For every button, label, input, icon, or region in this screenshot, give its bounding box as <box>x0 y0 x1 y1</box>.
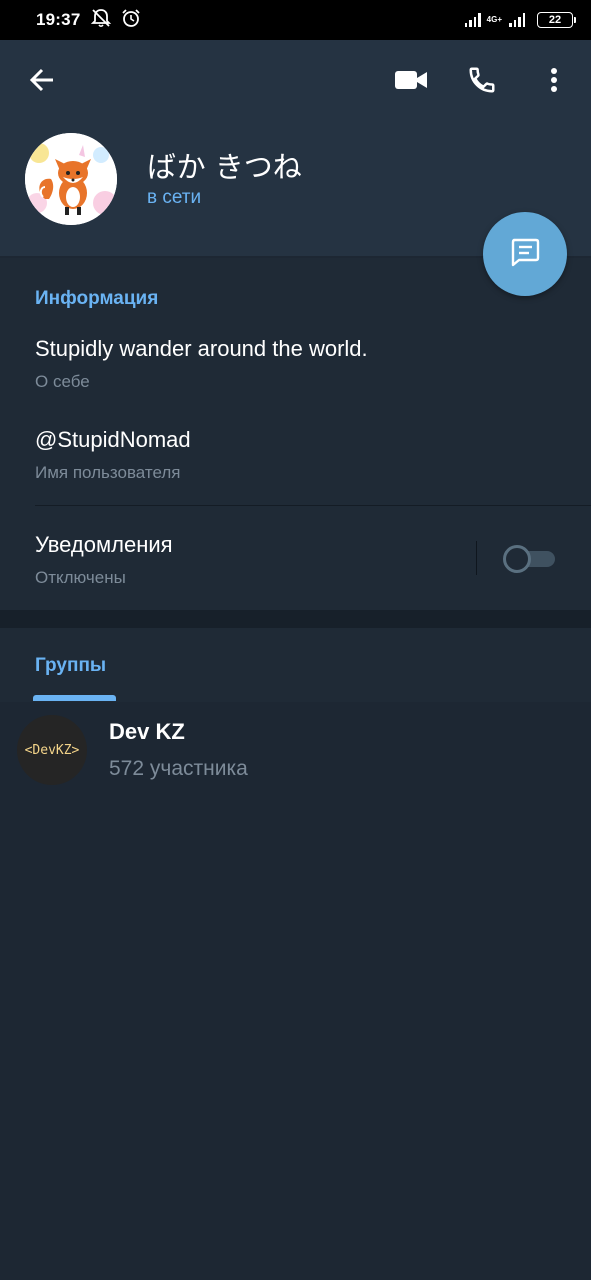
groups-tab-bar: Группы <box>0 628 591 702</box>
bio-label: О себе <box>35 372 90 391</box>
more-vertical-icon <box>550 67 558 98</box>
groups-list <box>0 702 591 1280</box>
status-bar: 19:37 4G+ 22 <box>0 0 591 40</box>
alarm-clock-icon <box>120 8 142 33</box>
phone-icon <box>467 65 497 100</box>
section-separator <box>0 610 591 628</box>
toggle-knob <box>503 545 531 573</box>
toggle-separator <box>476 541 477 575</box>
call-button[interactable] <box>460 60 504 104</box>
network-type: 4G+ <box>486 15 502 24</box>
notifications-toggle[interactable] <box>503 545 555 573</box>
group-avatar: <DevKZ> <box>17 715 87 785</box>
status-time: 19:37 <box>36 10 81 29</box>
send-message-button[interactable] <box>483 212 567 296</box>
bell-muted-icon <box>90 8 112 33</box>
fox-avatar-image <box>25 133 117 225</box>
notifications-state: Отключены <box>35 568 126 587</box>
group-members: 572 участника <box>109 757 248 780</box>
online-status: в сети <box>147 187 202 208</box>
notifications-title[interactable]: Уведомления <box>35 532 173 558</box>
info-section-title: Информация <box>35 288 159 309</box>
arrow-left-icon <box>28 66 56 99</box>
avatar[interactable] <box>25 133 117 225</box>
username-text[interactable]: @StupidNomad <box>35 427 191 453</box>
battery-level: 22 <box>548 14 562 26</box>
profile-name: ばか きつね <box>147 150 302 184</box>
group-name: Dev KZ <box>109 719 185 744</box>
video-call-button[interactable] <box>389 60 433 104</box>
bio-text[interactable]: Stupidly wander around the world. <box>35 336 368 362</box>
video-camera-icon <box>394 69 428 96</box>
message-icon <box>507 234 543 275</box>
tab-indicator <box>33 695 116 701</box>
more-menu-button[interactable] <box>532 60 576 104</box>
signal-icon-2 <box>509 13 525 27</box>
tab-groups[interactable]: Группы <box>35 655 106 677</box>
username-label: Имя пользователя <box>35 463 181 482</box>
battery-icon: 22 <box>537 12 576 28</box>
divider <box>35 505 591 506</box>
back-button[interactable] <box>20 60 64 104</box>
signal-icon <box>464 13 481 27</box>
